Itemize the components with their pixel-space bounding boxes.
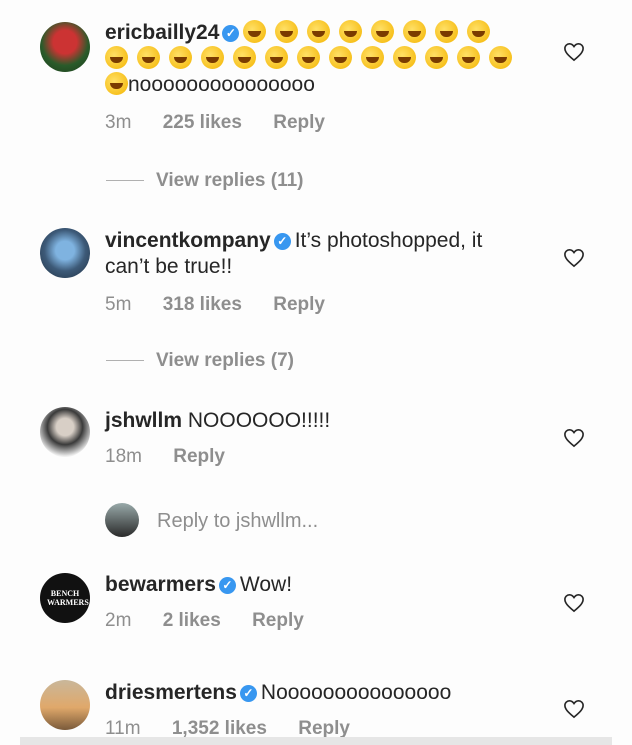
timestamp: 2m [105, 610, 132, 631]
comment-body: Wow! [239, 573, 293, 596]
username[interactable]: jshwllm [105, 409, 182, 432]
comment-text: vincentkompany ✓ It’s photoshopped, it can… [105, 228, 525, 280]
heart-outline-icon[interactable] [563, 248, 585, 268]
verified-badge-icon: ✓ [222, 25, 240, 42]
username[interactable]: ericbailly24 [105, 21, 219, 44]
laugh-emoji-icon [265, 46, 288, 69]
comment-body: nooooooooooooooo [128, 73, 315, 96]
avatar[interactable] [40, 680, 90, 730]
verified-badge-icon: ✓ [273, 233, 291, 250]
timestamp: 3m [105, 112, 132, 133]
laugh-emoji-icon [201, 46, 224, 69]
heart-outline-icon[interactable] [563, 699, 585, 719]
view-replies-label: View replies (11) [156, 170, 304, 191]
laugh-emoji-icon [457, 46, 480, 69]
timestamp: 18m [105, 446, 142, 467]
laugh-emoji-icon [169, 46, 192, 69]
reply-button[interactable]: Reply [252, 610, 304, 631]
laugh-emoji-icon [339, 20, 363, 43]
divider-line [106, 180, 144, 182]
divider-line [106, 360, 144, 362]
likes-count[interactable]: 1,352 likes [172, 718, 267, 739]
laugh-emoji-icon [361, 46, 384, 69]
emoji-row-1 [243, 20, 499, 44]
laugh-emoji-icon [243, 20, 267, 43]
likes-count[interactable]: 2 likes [163, 610, 221, 631]
laugh-emoji-icon [467, 20, 491, 43]
comment-body: Nooooooooooooooo [260, 681, 452, 704]
current-user-avatar [105, 503, 139, 537]
avatar[interactable] [40, 22, 90, 72]
heart-outline-icon[interactable] [563, 428, 585, 448]
laugh-emoji-icon [233, 46, 256, 69]
laugh-emoji-icon [393, 46, 416, 69]
timestamp: 11m [105, 718, 141, 739]
emoji-row-2 [105, 46, 521, 70]
reply-button[interactable]: Reply [273, 294, 325, 315]
comment-meta: 18m Reply [105, 446, 525, 468]
laugh-emoji-icon [297, 46, 320, 69]
reply-placeholder[interactable]: Reply to jshwllm... [157, 510, 318, 533]
username[interactable]: driesmertens [105, 681, 237, 704]
comment-meta: 3m 225 likes Reply [105, 112, 525, 134]
avatar[interactable] [40, 407, 90, 457]
avatar-logo-text: BENCH WARMERS [47, 589, 89, 607]
laugh-emoji-icon [329, 46, 352, 69]
heart-outline-icon[interactable] [563, 42, 585, 62]
timestamp: 5m [105, 294, 132, 315]
comment-meta: 5m 318 likes Reply [105, 294, 525, 316]
laugh-emoji-icon [137, 46, 160, 69]
view-replies-button[interactable]: View replies (11) [106, 170, 304, 192]
username[interactable]: vincentkompany [105, 229, 271, 252]
laugh-emoji-icon [275, 20, 299, 43]
laugh-emoji-icon [425, 46, 448, 69]
username[interactable]: bewarmers [105, 573, 216, 596]
laugh-emoji-icon [105, 46, 128, 69]
heart-outline-icon[interactable] [563, 593, 585, 613]
reply-button[interactable]: Reply [298, 718, 350, 739]
laugh-emoji-icon [105, 72, 128, 95]
laugh-emoji-icon [403, 20, 427, 43]
comment-text: driesmertens ✓ Nooooooooooooooo [105, 680, 525, 706]
laugh-emoji-icon [489, 46, 512, 69]
reply-button[interactable]: Reply [273, 112, 325, 133]
likes-count[interactable]: 318 likes [163, 294, 242, 315]
comment-text: jshwllm NOOOOOO!!!!! [105, 408, 525, 434]
verified-badge-icon: ✓ [218, 577, 236, 594]
view-replies-button[interactable]: View replies (7) [106, 350, 294, 372]
verified-badge-icon: ✓ [239, 685, 257, 702]
laugh-emoji-icon [307, 20, 331, 43]
bottom-edge [20, 737, 612, 745]
comment-text: bewarmers ✓ Wow! [105, 572, 525, 598]
laugh-emoji-icon [371, 20, 395, 43]
comment-text: ericbailly24 ✓ nooooooooooooooo [105, 20, 525, 98]
likes-count[interactable]: 225 likes [163, 112, 242, 133]
avatar[interactable]: BENCH WARMERS [40, 573, 90, 623]
comment-meta: 2m 2 likes Reply [105, 610, 525, 632]
avatar[interactable] [40, 228, 90, 278]
comment-body: NOOOOOO!!!!! [187, 409, 331, 432]
view-replies-label: View replies (7) [156, 350, 294, 371]
laugh-emoji-icon [435, 20, 459, 43]
reply-button[interactable]: Reply [173, 446, 225, 467]
